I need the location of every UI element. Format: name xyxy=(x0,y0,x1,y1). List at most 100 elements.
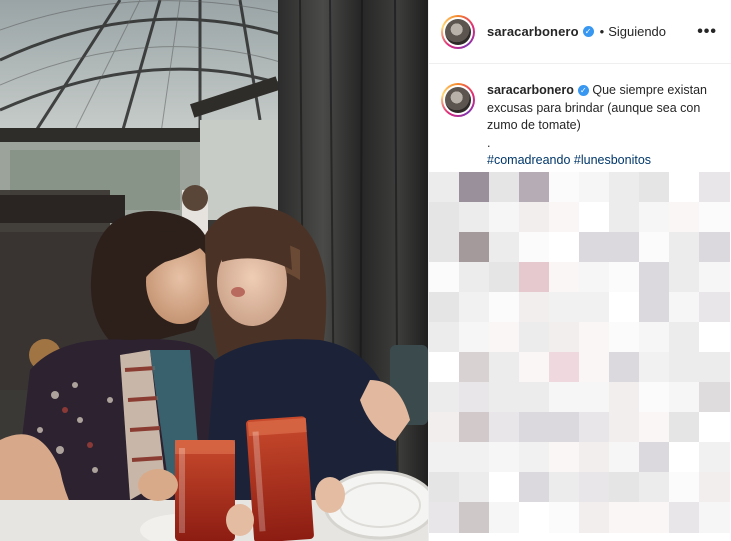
pixel-tile xyxy=(519,202,550,233)
pixel-tile xyxy=(489,292,520,323)
more-options-icon[interactable]: ••• xyxy=(697,23,717,40)
pixel-tile xyxy=(699,502,730,533)
pixel-tile xyxy=(639,442,670,473)
caption-avatar-image xyxy=(445,87,471,113)
pixel-tile xyxy=(579,442,610,473)
pixel-tile xyxy=(669,172,700,203)
pixel-tile xyxy=(459,502,490,533)
pixel-tile xyxy=(699,352,730,383)
pixel-tile xyxy=(459,442,490,473)
caption-dot: . xyxy=(487,135,491,150)
photo-illustration xyxy=(0,0,428,541)
pixel-tile xyxy=(549,502,580,533)
hashtag-link[interactable]: #lunesbonitos xyxy=(574,153,651,167)
pixel-tile xyxy=(609,442,640,473)
pixel-tile xyxy=(489,502,520,533)
pixel-tile xyxy=(519,502,550,533)
pixel-tile xyxy=(549,262,580,293)
avatar-image xyxy=(445,18,471,45)
pixel-tile xyxy=(609,322,640,353)
pixel-tile xyxy=(519,442,550,473)
pixel-tile xyxy=(429,412,460,443)
pixel-tile xyxy=(639,412,670,443)
pixel-tile xyxy=(549,322,580,353)
caption-text-block: saracarbonero ✓ Que siempre existan excus… xyxy=(487,82,712,170)
pixel-tile xyxy=(669,412,700,443)
pixel-tile xyxy=(609,292,640,323)
pixel-tile xyxy=(489,322,520,353)
pixel-tile xyxy=(429,172,460,203)
pixel-tile xyxy=(669,502,700,533)
pixel-tile xyxy=(429,382,460,413)
pixel-tile xyxy=(549,172,580,203)
pixel-tile xyxy=(609,502,640,533)
pixel-tile xyxy=(489,232,520,263)
pixel-tile xyxy=(579,292,610,323)
pixel-tile xyxy=(549,352,580,383)
pixel-tile xyxy=(669,382,700,413)
pixel-tile xyxy=(489,352,520,383)
post-photo[interactable] xyxy=(0,0,428,541)
pixel-tile xyxy=(489,442,520,473)
pixel-tile xyxy=(639,382,670,413)
username-link[interactable]: saracarbonero xyxy=(487,24,579,39)
following-button[interactable]: Siguiendo xyxy=(608,24,666,39)
pixel-tile xyxy=(609,232,640,263)
pixel-tile xyxy=(429,322,460,353)
pixel-tile xyxy=(519,232,550,263)
pixel-tile xyxy=(699,412,730,443)
pixel-tile xyxy=(639,202,670,233)
pixel-tile xyxy=(669,472,700,503)
pixel-tile xyxy=(669,322,700,353)
pixel-tile xyxy=(639,172,670,203)
pixel-tile xyxy=(429,442,460,473)
pixelated-comments xyxy=(429,172,731,541)
pixel-tile xyxy=(429,472,460,503)
caption-username-link[interactable]: saracarbonero xyxy=(487,83,574,97)
pixel-tile xyxy=(549,412,580,443)
pixel-tile xyxy=(429,292,460,323)
pixel-tile xyxy=(579,352,610,383)
pixel-tile xyxy=(459,292,490,323)
caption-hashtags: #comadreando #lunesbonitos xyxy=(487,152,712,170)
pixel-tile xyxy=(489,382,520,413)
pixel-tile xyxy=(609,412,640,443)
pixel-tile xyxy=(699,292,730,323)
pixel-tile xyxy=(699,172,730,203)
pixel-tile xyxy=(429,502,460,533)
pixel-tile xyxy=(639,352,670,383)
pixel-tile xyxy=(699,322,730,353)
pixel-tile xyxy=(519,292,550,323)
pixel-tile xyxy=(579,412,610,443)
pixel-tile xyxy=(609,262,640,293)
pixel-tile xyxy=(489,412,520,443)
pixel-tile xyxy=(519,322,550,353)
pixel-tile xyxy=(429,352,460,383)
pixel-tile xyxy=(609,172,640,203)
pixel-tile xyxy=(459,322,490,353)
pixel-tile xyxy=(459,232,490,263)
pixel-tile xyxy=(579,232,610,263)
pixel-tile xyxy=(609,202,640,233)
caption-avatar[interactable] xyxy=(441,83,475,117)
pixel-tile xyxy=(609,472,640,503)
separator-dot: • xyxy=(599,24,605,39)
verified-badge-icon: ✓ xyxy=(582,26,594,37)
post-sidebar: saracarbonero ✓ • Siguiendo ••• saracarb… xyxy=(428,0,731,541)
pixel-tile xyxy=(669,262,700,293)
pixel-tile xyxy=(459,382,490,413)
pixel-tile xyxy=(429,262,460,293)
pixel-tile xyxy=(669,352,700,383)
avatar[interactable] xyxy=(441,14,475,49)
hashtag-link[interactable]: #comadreando xyxy=(487,153,570,167)
pixel-tile xyxy=(609,382,640,413)
pixel-tile xyxy=(579,202,610,233)
pixel-tile xyxy=(549,292,580,323)
pixel-tile xyxy=(489,472,520,503)
pixel-tile xyxy=(609,352,640,383)
pixel-tile xyxy=(699,232,730,263)
pixel-tile xyxy=(489,202,520,233)
pixel-tile xyxy=(549,472,580,503)
pixel-tile xyxy=(489,172,520,203)
pixel-tile xyxy=(669,442,700,473)
